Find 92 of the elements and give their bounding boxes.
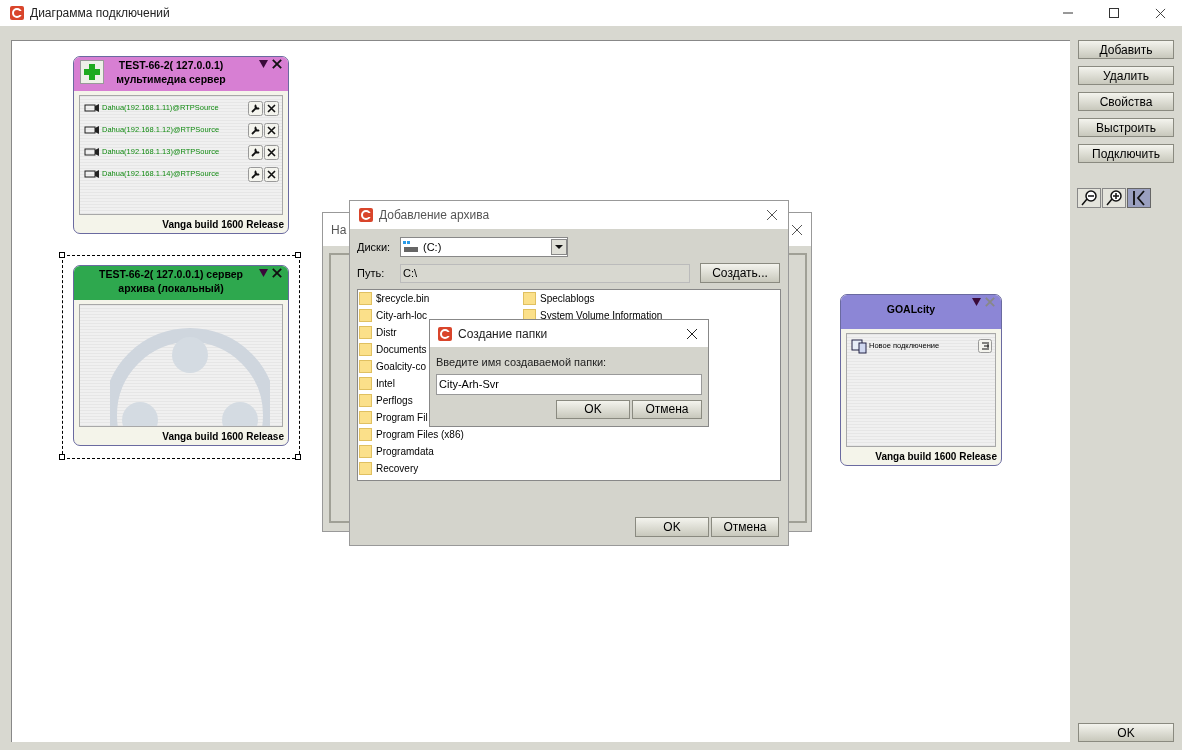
delete-icon[interactable] bbox=[264, 122, 279, 138]
close-icon[interactable] bbox=[272, 268, 282, 278]
camera-icon bbox=[84, 103, 100, 113]
resize-handle[interactable] bbox=[295, 252, 301, 258]
folder-icon bbox=[359, 292, 372, 305]
camera-icon bbox=[84, 169, 100, 179]
node-card[interactable]: TEST-66-2( 127.0.0.1) сервер архива (локальный) Vanga build 1600 Release bbox=[73, 265, 289, 446]
zoom-in-icon[interactable] bbox=[1102, 188, 1126, 208]
folder-name[interactable]: Documents bbox=[376, 342, 427, 357]
app-logo-icon bbox=[359, 208, 373, 222]
app-logo-icon bbox=[10, 6, 24, 20]
camera-icon bbox=[84, 125, 100, 135]
cancel-button[interactable]: Отмена bbox=[632, 399, 702, 419]
node-footer: Vanga build 1600 Release bbox=[162, 428, 284, 444]
folder-icon bbox=[359, 343, 372, 356]
ok-button[interactable]: OK bbox=[1078, 723, 1174, 742]
close-icon[interactable] bbox=[1155, 7, 1166, 19]
folder-name[interactable]: System Volume Information bbox=[540, 308, 663, 323]
create-button[interactable]: Создать... bbox=[700, 263, 780, 283]
dialog-title: Создание папки bbox=[458, 325, 548, 343]
dropdown-triangle-icon[interactable] bbox=[259, 269, 268, 277]
node-footer: Vanga build 1600 Release bbox=[162, 216, 284, 232]
dialog-title: Добавление архива bbox=[379, 207, 490, 224]
ok-button[interactable]: OK bbox=[556, 399, 630, 419]
resize-handle[interactable] bbox=[295, 454, 301, 460]
folder-name[interactable]: $recycle.bin bbox=[376, 291, 430, 306]
wrench-icon[interactable] bbox=[248, 144, 263, 160]
folder-name[interactable]: Goalcity-co bbox=[376, 359, 426, 374]
folder-name[interactable]: Program Fil bbox=[376, 410, 428, 425]
folder-icon bbox=[523, 292, 536, 305]
folder-name[interactable]: Perflogs bbox=[376, 393, 413, 408]
film-reel-watermark-icon bbox=[110, 325, 270, 426]
folder-icon bbox=[359, 377, 372, 390]
folder-icon bbox=[359, 462, 372, 475]
cancel-button[interactable]: Отмена bbox=[711, 517, 779, 537]
close-icon[interactable] bbox=[686, 327, 698, 340]
folder-icon bbox=[359, 428, 372, 441]
wrench-icon[interactable] bbox=[248, 166, 263, 182]
folder-name[interactable]: Intel bbox=[376, 376, 395, 391]
folder-icon bbox=[359, 326, 372, 339]
server-icon bbox=[851, 338, 867, 354]
close-icon[interactable] bbox=[791, 223, 803, 236]
node-footer: Vanga build 1600 Release bbox=[875, 448, 997, 464]
folder-name-field[interactable]: City-Arh-Svr bbox=[436, 373, 702, 395]
drives-label: Диски: bbox=[357, 239, 392, 255]
delete-icon[interactable] bbox=[264, 166, 279, 182]
folder-icon bbox=[359, 309, 372, 322]
dropdown-triangle-icon[interactable] bbox=[259, 60, 268, 68]
drive-dropdown[interactable]: (C:) bbox=[400, 237, 568, 257]
close-icon[interactable] bbox=[766, 209, 778, 221]
ok-button[interactable]: OK bbox=[635, 517, 709, 537]
folder-name[interactable]: City-arh-loc bbox=[376, 308, 428, 323]
side-button[interactable]: Добавить bbox=[1078, 40, 1174, 59]
node-title: архива (локальный) bbox=[118, 281, 224, 295]
resize-handle[interactable] bbox=[59, 252, 65, 258]
dialog-title: На bbox=[331, 221, 347, 239]
folder-icon bbox=[359, 411, 372, 424]
folder-icon bbox=[359, 360, 372, 373]
side-button[interactable]: Выстроить bbox=[1078, 118, 1174, 137]
wrench-icon[interactable] bbox=[248, 100, 263, 116]
folder-name[interactable]: Programdata bbox=[376, 444, 434, 459]
path-field[interactable]: C:\ bbox=[400, 263, 690, 283]
folder-icon bbox=[359, 445, 372, 458]
node-title: TEST-66-2( 127.0.0.1) bbox=[118, 58, 224, 72]
node-title: GOALcity bbox=[886, 302, 936, 316]
side-button[interactable]: Удалить bbox=[1078, 66, 1174, 85]
add-icon[interactable] bbox=[80, 60, 104, 84]
folder-name[interactable]: Speclablogs bbox=[540, 291, 595, 306]
close-icon[interactable] bbox=[272, 59, 282, 69]
folder-name[interactable]: Program Files (x86) bbox=[376, 427, 464, 442]
collapse-icon[interactable] bbox=[1127, 188, 1151, 208]
dropdown-triangle-icon[interactable] bbox=[972, 298, 981, 306]
camera-icon bbox=[84, 147, 100, 157]
delete-icon[interactable] bbox=[264, 100, 279, 116]
node-title: мультимедиа сервер bbox=[116, 72, 226, 86]
resize-handle[interactable] bbox=[59, 454, 65, 460]
maximize-icon[interactable] bbox=[1109, 8, 1119, 18]
list-icon[interactable] bbox=[978, 339, 992, 353]
prompt-text: Введите имя создаваемой папки: bbox=[436, 355, 608, 370]
drive-icon bbox=[403, 241, 419, 253]
folder-icon bbox=[359, 394, 372, 407]
node-title: TEST-66-2( 127.0.0.1) сервер bbox=[98, 267, 243, 281]
window-title: Диаграмма подключений bbox=[30, 5, 170, 22]
zoom-out-icon[interactable] bbox=[1077, 188, 1101, 208]
side-button[interactable]: Подключить bbox=[1078, 144, 1174, 163]
wrench-icon[interactable] bbox=[248, 122, 263, 138]
app-logo-icon bbox=[438, 326, 452, 341]
side-button[interactable]: Свойства bbox=[1078, 92, 1174, 111]
folder-name[interactable]: Recovery bbox=[376, 461, 419, 476]
folder-name[interactable]: Distr bbox=[376, 325, 397, 340]
path-label: Путь: bbox=[357, 265, 386, 281]
delete-icon[interactable] bbox=[264, 144, 279, 160]
